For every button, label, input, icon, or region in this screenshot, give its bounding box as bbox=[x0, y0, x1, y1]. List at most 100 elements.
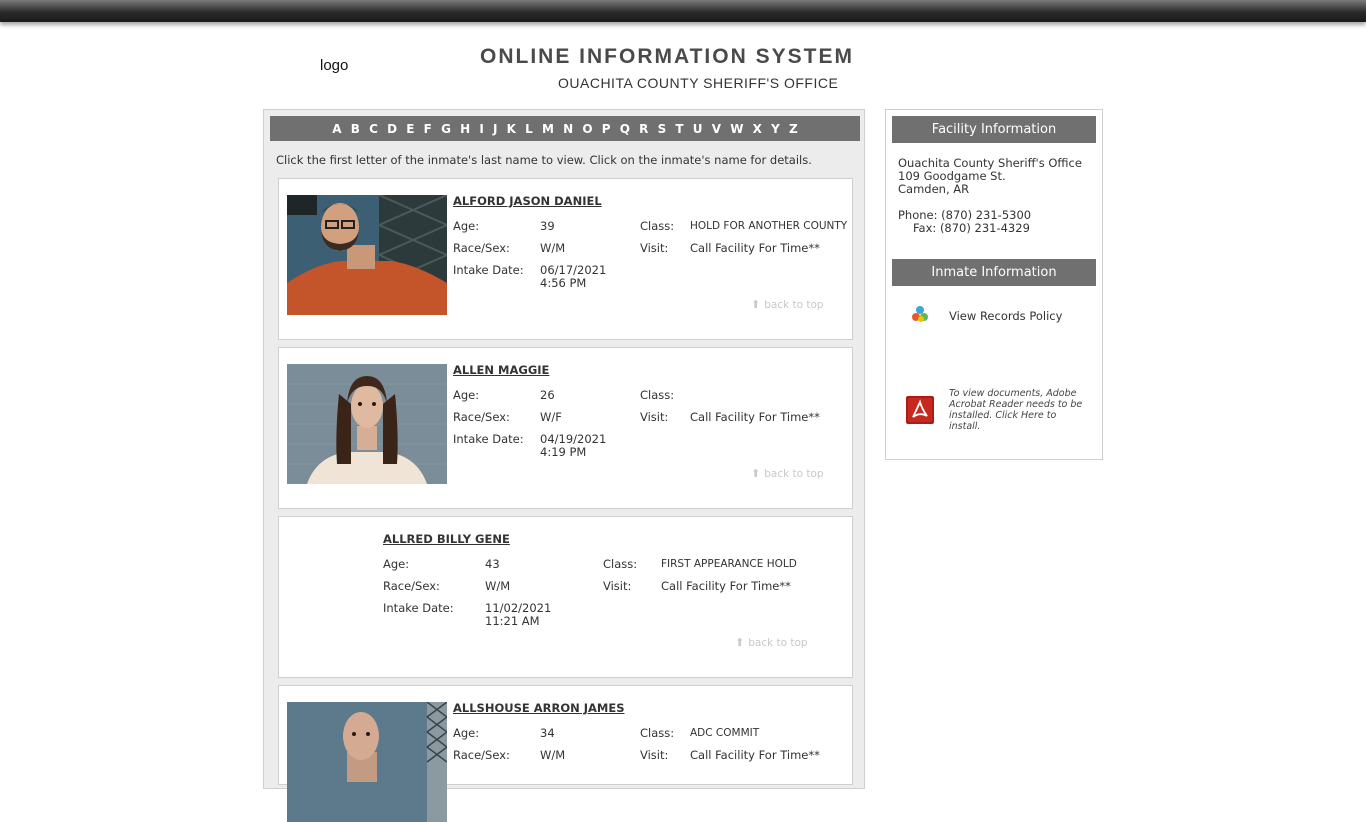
age-value: 43 bbox=[485, 557, 500, 571]
letter-link-i[interactable]: I bbox=[479, 122, 483, 136]
visit-value: Call Facility For Time** bbox=[690, 410, 820, 424]
intake-date-value: 06/17/2021 bbox=[540, 263, 607, 277]
letter-link-f[interactable]: F bbox=[424, 122, 432, 136]
back-to-top-label: back to top bbox=[764, 468, 824, 480]
letter-link-g[interactable]: G bbox=[441, 122, 451, 136]
intake-date-label: Intake Date: bbox=[453, 432, 524, 446]
intake-time-value: 4:56 PM bbox=[540, 276, 587, 290]
inmate-name-link[interactable]: ALFORD JASON DANIEL bbox=[453, 194, 602, 208]
letter-link-r[interactable]: R bbox=[639, 122, 648, 136]
letter-link-q[interactable]: Q bbox=[620, 122, 630, 136]
visit-label: Visit: bbox=[640, 748, 669, 762]
page-subtitle: OUACHITA COUNTY SHERIFF'S OFFICE bbox=[558, 75, 839, 91]
address-line: Camden, AR bbox=[898, 182, 970, 196]
race-sex-value: W/M bbox=[485, 579, 511, 593]
inmate-card: ALLSHOUSE ARRON JAMES Age: 34 Class: ADC… bbox=[278, 685, 853, 822]
back-to-top-label: back to top bbox=[748, 637, 808, 649]
age-value: 34 bbox=[540, 726, 555, 740]
letter-link-d[interactable]: D bbox=[387, 122, 397, 136]
letter-link-z[interactable]: Z bbox=[789, 122, 798, 136]
race-sex-value: W/F bbox=[540, 410, 562, 424]
intake-date-label: Intake Date: bbox=[383, 601, 454, 615]
class-value: FIRST APPEARANCE HOLD bbox=[661, 558, 797, 570]
age-label: Age: bbox=[383, 557, 410, 571]
facility-info-heading: Facility Information bbox=[892, 116, 1096, 143]
letter-link-v[interactable]: V bbox=[712, 122, 721, 136]
letter-link-o[interactable]: O bbox=[582, 122, 592, 136]
class-value: ADC COMMIT bbox=[690, 727, 760, 739]
age-label: Age: bbox=[453, 219, 480, 233]
facility-address: Ouachita County Sheriff's Office 109 Goo… bbox=[898, 157, 1082, 196]
back-to-top-link[interactable]: ⬆ back to top bbox=[751, 298, 824, 311]
race-sex-label: Race/Sex: bbox=[453, 748, 510, 762]
visit-value: Call Facility For Time** bbox=[661, 579, 791, 593]
back-to-top-link[interactable]: ⬆ back to top bbox=[751, 467, 824, 480]
inmate-photo[interactable] bbox=[287, 195, 447, 315]
records-policy-icon[interactable] bbox=[910, 305, 932, 325]
race-sex-label: Race/Sex: bbox=[453, 241, 510, 255]
letter-link-e[interactable]: E bbox=[406, 122, 414, 136]
letter-link-y[interactable]: Y bbox=[771, 122, 780, 136]
letter-link-k[interactable]: K bbox=[507, 122, 516, 136]
class-label: Class: bbox=[640, 219, 675, 233]
age-value: 39 bbox=[540, 219, 555, 233]
visit-value: Call Facility For Time** bbox=[690, 748, 820, 762]
inmate-card: ALLRED BILLY GENE Age: 43 Class: FIRST A… bbox=[278, 516, 853, 678]
race-sex-value: W/M bbox=[540, 241, 566, 255]
inmate-card: ALLEN MAGGIE Age: 26 Class: Race/Sex: W/… bbox=[278, 347, 853, 509]
intake-date-value: 11/02/2021 bbox=[485, 601, 552, 615]
letter-link-l[interactable]: L bbox=[525, 122, 533, 136]
age-label: Age: bbox=[453, 726, 480, 740]
inmate-name-link[interactable]: ALLRED BILLY GENE bbox=[383, 532, 510, 546]
logo-image-alt: logo bbox=[320, 57, 349, 74]
intake-time-value: 4:19 PM bbox=[540, 445, 587, 459]
class-label: Class: bbox=[640, 388, 675, 402]
facility-fax: Fax: (870) 231-4329 bbox=[913, 221, 1030, 235]
race-sex-label: Race/Sex: bbox=[453, 410, 510, 424]
visit-value: Call Facility For Time** bbox=[690, 241, 820, 255]
letter-link-m[interactable]: M bbox=[542, 122, 554, 136]
letter-link-t[interactable]: T bbox=[675, 122, 683, 136]
class-value: HOLD FOR ANOTHER COUNTY bbox=[690, 220, 848, 232]
class-label: Class: bbox=[640, 726, 675, 740]
letter-link-u[interactable]: U bbox=[693, 122, 703, 136]
inmate-photo[interactable] bbox=[287, 364, 447, 484]
letter-link-p[interactable]: P bbox=[602, 122, 611, 136]
back-to-top-link[interactable]: ⬆ back to top bbox=[735, 636, 808, 649]
intake-date-label: Intake Date: bbox=[453, 263, 524, 277]
race-sex-value: W/M bbox=[540, 748, 566, 762]
up-arrow-icon: ⬆ bbox=[735, 636, 745, 649]
letter-link-a[interactable]: A bbox=[332, 122, 341, 136]
inmate-name-link[interactable]: ALLSHOUSE ARRON JAMES bbox=[453, 701, 625, 715]
top-bar bbox=[0, 0, 1366, 22]
inmate-name-link[interactable]: ALLEN MAGGIE bbox=[453, 363, 549, 377]
inmate-info-heading: Inmate Information bbox=[892, 259, 1096, 286]
race-sex-label: Race/Sex: bbox=[383, 579, 440, 593]
age-label: Age: bbox=[453, 388, 480, 402]
letter-link-n[interactable]: N bbox=[563, 122, 573, 136]
acrobat-install-note[interactable]: To view documents, Adobe Acrobat Reader … bbox=[949, 388, 1089, 432]
letter-link-b[interactable]: B bbox=[351, 122, 360, 136]
class-label: Class: bbox=[603, 557, 638, 571]
letter-link-j[interactable]: J bbox=[493, 122, 497, 136]
inmate-card: ALFORD JASON DANIEL Age: 39 Class: HOLD … bbox=[278, 178, 853, 340]
up-arrow-icon: ⬆ bbox=[751, 298, 761, 311]
letter-link-x[interactable]: X bbox=[753, 122, 762, 136]
letter-link-h[interactable]: H bbox=[460, 122, 470, 136]
page-title: ONLINE INFORMATION SYSTEM bbox=[480, 45, 854, 68]
view-records-policy-link[interactable]: View Records Policy bbox=[949, 309, 1062, 323]
alphabet-nav: ABCDEFGHIJKLMNOPQRSTUVWXYZ bbox=[270, 116, 860, 141]
letter-link-w[interactable]: W bbox=[730, 122, 743, 136]
back-to-top-label: back to top bbox=[764, 299, 824, 311]
visit-label: Visit: bbox=[640, 241, 669, 255]
adobe-acrobat-icon[interactable] bbox=[906, 396, 934, 424]
visit-label: Visit: bbox=[640, 410, 669, 424]
inmate-photo[interactable] bbox=[287, 702, 447, 822]
intake-date-value: 04/19/2021 bbox=[540, 432, 607, 446]
intake-time-value: 11:21 AM bbox=[485, 614, 540, 628]
visit-label: Visit: bbox=[603, 579, 632, 593]
up-arrow-icon: ⬆ bbox=[751, 467, 761, 480]
letter-link-c[interactable]: C bbox=[369, 122, 378, 136]
letter-link-s[interactable]: S bbox=[658, 122, 667, 136]
age-value: 26 bbox=[540, 388, 555, 402]
